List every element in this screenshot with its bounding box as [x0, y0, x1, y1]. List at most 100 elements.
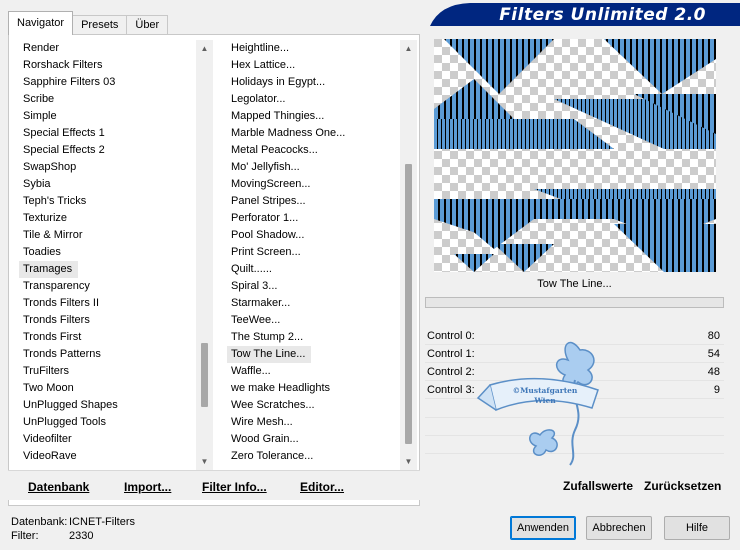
- list-item[interactable]: Heightline...: [227, 40, 399, 57]
- list-item[interactable]: Starmaker...: [227, 295, 399, 312]
- list-item[interactable]: The Stump 2...: [227, 329, 399, 346]
- category-scrollbar[interactable]: ▲ ▼: [196, 40, 213, 470]
- list-item[interactable]: Tronds Filters II: [19, 295, 195, 312]
- tab-presets[interactable]: Presets: [72, 15, 128, 35]
- list-item-label: Quilt......: [231, 263, 272, 275]
- control-value: 9: [713, 384, 720, 396]
- filter-preview: [434, 39, 716, 272]
- list-item[interactable]: MovingScreen...: [227, 176, 399, 193]
- list-item-label: Scribe: [23, 93, 55, 105]
- list-item[interactable]: Waffle...: [227, 363, 399, 380]
- scroll-down-icon[interactable]: ▼: [400, 453, 417, 470]
- list-item[interactable]: UnPlugged Shapes: [19, 397, 195, 414]
- list-item-label: Two Moon: [23, 382, 74, 394]
- list-item-label: Hex Lattice...: [231, 59, 296, 71]
- apply-button[interactable]: Anwenden: [510, 516, 576, 540]
- list-item[interactable]: we make Headlights: [227, 380, 399, 397]
- list-item[interactable]: Teph's Tricks: [19, 193, 195, 210]
- list-item[interactable]: Mapped Thingies...: [227, 108, 399, 125]
- list-item[interactable]: Toadies: [19, 244, 195, 261]
- scroll-down-icon[interactable]: ▼: [196, 453, 213, 470]
- list-item[interactable]: Metal Peacocks...: [227, 142, 399, 159]
- scroll-up-icon[interactable]: ▲: [196, 40, 213, 57]
- list-item-label: VideoRave: [23, 450, 77, 462]
- filter-list[interactable]: Heightline... Hex Lattice... Holidays in E…: [227, 40, 399, 470]
- list-item[interactable]: Pool Shadow...: [227, 227, 399, 244]
- filter-info-button[interactable]: Filter Info...: [202, 480, 267, 494]
- list-item[interactable]: Tramages: [19, 261, 195, 278]
- scroll-thumb[interactable]: [405, 163, 412, 444]
- list-item[interactable]: Tow The Line...: [227, 346, 399, 363]
- list-item[interactable]: Mo' Jellyfish...: [227, 159, 399, 176]
- current-filter-name: Tow The Line...: [537, 278, 612, 290]
- list-item[interactable]: Wee Scratches...: [227, 397, 399, 414]
- list-item[interactable]: Print Screen...: [227, 244, 399, 261]
- list-item-label: Waffle...: [231, 365, 271, 377]
- list-item-label: Metal Peacocks...: [231, 144, 318, 156]
- list-item-label: The Stump 2...: [231, 331, 304, 343]
- list-item[interactable]: Tile & Mirror: [19, 227, 195, 244]
- list-item[interactable]: Marble Madness One...: [227, 125, 399, 142]
- list-item-label: Toadies: [23, 246, 61, 258]
- tab-navigator[interactable]: Navigator: [8, 11, 74, 35]
- list-item-label: Tile & Mirror: [23, 229, 83, 241]
- list-item[interactable]: Tronds Filters: [19, 312, 195, 329]
- list-item[interactable]: Two Moon: [19, 380, 195, 397]
- list-item[interactable]: Texturize: [19, 210, 195, 227]
- list-item[interactable]: Quilt......: [227, 261, 399, 278]
- tab-about[interactable]: Über: [126, 15, 169, 35]
- list-item[interactable]: Special Effects 1: [19, 125, 195, 142]
- list-item[interactable]: Legolator...: [227, 91, 399, 108]
- list-item[interactable]: Simple: [19, 108, 195, 125]
- editor-button[interactable]: Editor...: [300, 480, 344, 494]
- list-item[interactable]: Tronds Patterns: [19, 346, 195, 363]
- banner-title: Filters Unlimited 2.0: [499, 5, 706, 25]
- category-list[interactable]: Render Rorshack Filters Sapphire Filters 0…: [19, 40, 195, 470]
- list-item[interactable]: Rorshack Filters: [19, 57, 195, 74]
- list-item-label: Holidays in Egypt...: [231, 76, 326, 88]
- list-item[interactable]: Wire Mesh...: [227, 414, 399, 431]
- list-item[interactable]: Tronds First: [19, 329, 195, 346]
- control-label: Control 3:: [427, 384, 475, 396]
- list-item-label: UnPlugged Shapes: [23, 399, 118, 411]
- help-button[interactable]: Hilfe: [664, 516, 730, 540]
- scroll-thumb[interactable]: [201, 342, 208, 407]
- list-item[interactable]: Sapphire Filters 03: [19, 74, 195, 91]
- list-item[interactable]: VideoRave: [19, 448, 195, 465]
- list-item[interactable]: Sybia: [19, 176, 195, 193]
- list-item-label: Perforator 1...: [231, 212, 299, 224]
- filter-scrollbar[interactable]: ▲ ▼: [400, 40, 417, 470]
- list-item-label: Heightline...: [231, 42, 290, 54]
- list-item[interactable]: Wood Grain...: [227, 431, 399, 448]
- progress-bar: [425, 297, 724, 308]
- database-button[interactable]: Datenbank: [28, 480, 89, 494]
- import-button[interactable]: Import...: [124, 480, 171, 494]
- list-item[interactable]: Spiral 3...: [227, 278, 399, 295]
- list-item[interactable]: Scribe: [19, 91, 195, 108]
- list-item[interactable]: Render: [19, 40, 195, 57]
- list-item[interactable]: TruFilters: [19, 363, 195, 380]
- scroll-up-icon[interactable]: ▲: [400, 40, 417, 57]
- list-item-label: Mapped Thingies...: [231, 110, 325, 122]
- reset-button[interactable]: Zurücksetzen: [644, 479, 721, 493]
- list-item-label: Panel Stripes...: [231, 195, 306, 207]
- list-item-label: Simple: [23, 110, 57, 122]
- list-item[interactable]: SwapShop: [19, 159, 195, 176]
- control-label: Control 0:: [427, 330, 475, 342]
- list-item[interactable]: Panel Stripes...: [227, 193, 399, 210]
- list-item[interactable]: TeeWee...: [227, 312, 399, 329]
- list-item-label: Texturize: [23, 212, 68, 224]
- list-item[interactable]: Zero Tolerance...: [227, 448, 399, 465]
- list-item[interactable]: Special Effects 2: [19, 142, 195, 159]
- list-item[interactable]: Hex Lattice...: [227, 57, 399, 74]
- list-item[interactable]: Transparency: [19, 278, 195, 295]
- cancel-button[interactable]: Abbrechen: [586, 516, 652, 540]
- preview-image: [434, 39, 716, 272]
- list-item[interactable]: Perforator 1...: [227, 210, 399, 227]
- list-item[interactable]: Videofilter: [19, 431, 195, 448]
- random-values-button[interactable]: Zufallswerte: [563, 479, 633, 493]
- list-item[interactable]: UnPlugged Tools: [19, 414, 195, 431]
- list-item[interactable]: Holidays in Egypt...: [227, 74, 399, 91]
- tab-strip: Navigator Presets Über: [8, 11, 169, 35]
- list-item-label: Sapphire Filters 03: [23, 76, 116, 88]
